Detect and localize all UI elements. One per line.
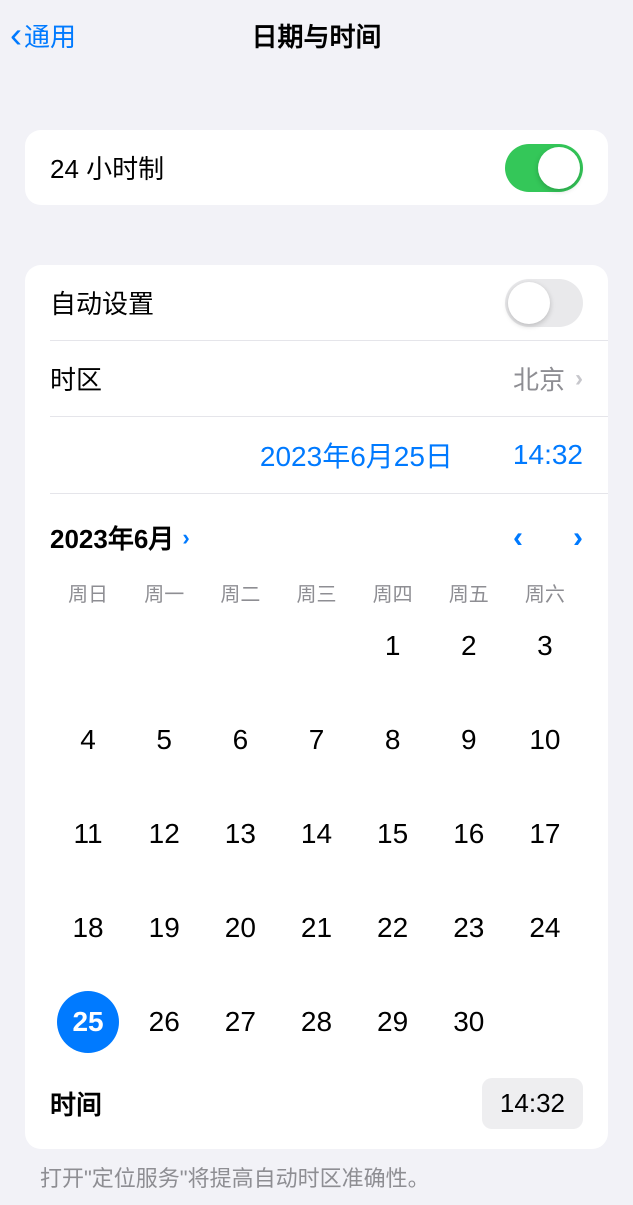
day-cell[interactable]: 2 xyxy=(431,615,507,677)
empty-cell xyxy=(126,615,202,677)
empty-cell xyxy=(50,615,126,677)
day-cell[interactable]: 27 xyxy=(202,991,278,1053)
day-cell[interactable]: 16 xyxy=(431,803,507,865)
time-picker-label: 时间 xyxy=(50,1085,482,1122)
day-cell[interactable]: 28 xyxy=(278,991,354,1053)
day-cell[interactable]: 23 xyxy=(431,897,507,959)
prev-month-button[interactable]: ‹ xyxy=(513,521,523,555)
day-cell[interactable]: 6 xyxy=(202,709,278,771)
auto-set-switch[interactable] xyxy=(505,279,583,327)
footer-note: 打开"定位服务"将提高自动时区准确性。 xyxy=(0,1149,633,1205)
clock-24h-label: 24 小时制 xyxy=(50,149,505,186)
clock-24h-switch[interactable] xyxy=(505,144,583,192)
clock-24h-row: 24 小时制 xyxy=(25,130,608,205)
day-cell[interactable]: 4 xyxy=(50,709,126,771)
clock-format-section: 24 小时制 xyxy=(25,130,608,205)
chevron-right-icon: › xyxy=(575,365,583,393)
page-title: 日期与时间 xyxy=(251,17,381,54)
weekday-label: 周三 xyxy=(278,578,354,607)
day-cell[interactable]: 8 xyxy=(355,709,431,771)
day-cell[interactable]: 12 xyxy=(126,803,202,865)
weekday-label: 周日 xyxy=(50,578,126,607)
day-cell[interactable]: 17 xyxy=(507,803,583,865)
day-cell[interactable]: 10 xyxy=(507,709,583,771)
nav-bar: ‹ 通用 日期与时间 xyxy=(0,0,633,70)
calendar-header: 2023年6月 › ‹ › xyxy=(25,494,608,566)
day-cell[interactable]: 26 xyxy=(126,991,202,1053)
day-cell[interactable]: 20 xyxy=(202,897,278,959)
timezone-row[interactable]: 时区 北京 › xyxy=(25,341,608,416)
empty-cell xyxy=(278,615,354,677)
weekday-label: 周六 xyxy=(507,578,583,607)
calendar-grid: 1234567891011121314151617181920212223242… xyxy=(25,615,608,1063)
date-time-section: 自动设置 时区 北京 › 2023年6月25日 14:32 2023年6月 › … xyxy=(25,265,608,1149)
back-button[interactable]: ‹ 通用 xyxy=(10,17,76,54)
date-display[interactable]: 2023年6月25日 xyxy=(260,435,453,475)
weekday-label: 周四 xyxy=(355,578,431,607)
day-cell[interactable]: 18 xyxy=(50,897,126,959)
weekday-label: 周一 xyxy=(126,578,202,607)
day-cell[interactable]: 21 xyxy=(278,897,354,959)
day-cell[interactable]: 5 xyxy=(126,709,202,771)
month-year-label: 2023年6月 xyxy=(50,519,174,556)
day-cell[interactable]: 22 xyxy=(355,897,431,959)
day-cell[interactable]: 13 xyxy=(202,803,278,865)
day-cell[interactable]: 1 xyxy=(355,615,431,677)
timezone-label: 时区 xyxy=(50,360,513,397)
chevron-left-icon: ‹ xyxy=(10,17,22,53)
day-cell[interactable]: 7 xyxy=(278,709,354,771)
time-picker-row: 时间 14:32 xyxy=(25,1063,608,1149)
day-cell[interactable]: 9 xyxy=(431,709,507,771)
day-cell[interactable]: 29 xyxy=(355,991,431,1053)
auto-set-label: 自动设置 xyxy=(50,284,505,321)
month-year-button[interactable]: 2023年6月 › xyxy=(50,519,190,556)
empty-cell xyxy=(202,615,278,677)
time-picker-value[interactable]: 14:32 xyxy=(482,1078,583,1129)
day-cell[interactable]: 11 xyxy=(50,803,126,865)
back-label: 通用 xyxy=(24,17,76,54)
weekday-header: 周日周一周二周三周四周五周六 xyxy=(25,566,608,615)
date-time-display-row: 2023年6月25日 14:32 xyxy=(25,417,608,493)
day-cell[interactable]: 15 xyxy=(355,803,431,865)
time-display[interactable]: 14:32 xyxy=(513,439,583,471)
day-cell[interactable]: 24 xyxy=(507,897,583,959)
day-cell[interactable]: 14 xyxy=(278,803,354,865)
weekday-label: 周五 xyxy=(431,578,507,607)
month-nav-arrows: ‹ › xyxy=(513,521,583,555)
weekday-label: 周二 xyxy=(202,578,278,607)
day-cell[interactable]: 19 xyxy=(126,897,202,959)
timezone-value: 北京 xyxy=(513,360,565,397)
chevron-right-icon: › xyxy=(182,525,189,551)
next-month-button[interactable]: › xyxy=(573,521,583,555)
day-cell[interactable]: 30 xyxy=(431,991,507,1053)
auto-set-row: 自动设置 xyxy=(25,265,608,340)
day-cell[interactable]: 3 xyxy=(507,615,583,677)
day-cell[interactable]: 25 xyxy=(50,991,126,1053)
